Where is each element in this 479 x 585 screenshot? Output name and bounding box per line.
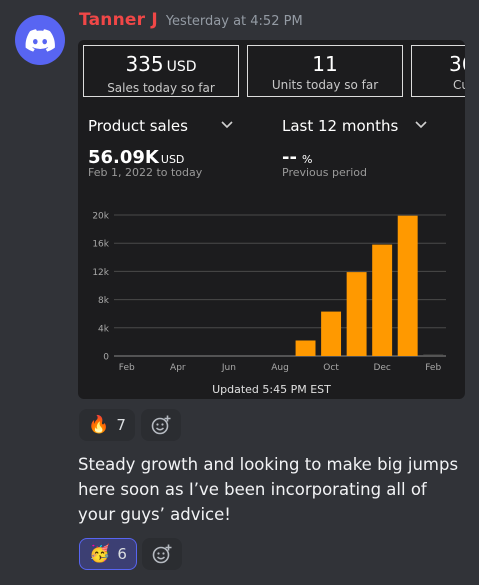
y-tick-label: 12k bbox=[92, 268, 109, 278]
comparison-value: -- bbox=[282, 147, 297, 168]
period-dropdown[interactable]: Last 12 months bbox=[282, 117, 398, 135]
current-value: 36 bbox=[449, 52, 465, 76]
x-tick-label: Apr bbox=[170, 363, 186, 373]
message-header: Tanner J Yesterday at 4:52 PM bbox=[79, 10, 303, 36]
x-tick-label: Oct bbox=[323, 363, 339, 373]
timestamp: Yesterday at 4:52 PM bbox=[165, 14, 303, 29]
sales-bar-chart: 0 4k 8k 12k 16k 20k Feb Apr Jun Aug Oct Dec Feb bbox=[92, 212, 446, 373]
partying-face-emoji-icon: 🥳 bbox=[89, 544, 111, 564]
bar[interactable] bbox=[321, 311, 342, 356]
sales-today-unit: USD bbox=[166, 59, 197, 75]
current-tile: 36 Curr bbox=[411, 45, 465, 97]
metric-chevron-down-icon[interactable] bbox=[221, 119, 233, 129]
metric-dropdown[interactable]: Product sales bbox=[88, 117, 188, 135]
period-chevron-down-icon[interactable] bbox=[415, 119, 427, 129]
bar[interactable] bbox=[295, 340, 316, 356]
comparison-label: Previous period bbox=[282, 166, 368, 179]
bar[interactable] bbox=[346, 272, 367, 356]
sales-today-value: 335 bbox=[125, 52, 164, 76]
bar[interactable] bbox=[397, 215, 418, 356]
add-emoji-icon bbox=[152, 544, 172, 564]
bar[interactable] bbox=[372, 244, 393, 356]
comparison-unit: % bbox=[301, 153, 313, 166]
metric-total: 56.09K USD bbox=[88, 147, 184, 168]
x-tick-label: Dec bbox=[373, 363, 390, 373]
x-tick-label: Feb bbox=[119, 363, 135, 373]
bar[interactable] bbox=[423, 354, 444, 356]
message-text: Steady growth and looking to make big ju… bbox=[78, 455, 459, 524]
reaction-count: 7 bbox=[116, 416, 126, 434]
reaction-count: 6 bbox=[117, 545, 127, 563]
dashboard-screenshot[interactable]: 335 USD Sales today so far 11 Units today… bbox=[78, 40, 465, 399]
discord-logo-icon bbox=[25, 29, 55, 52]
current-label: Curr bbox=[453, 78, 465, 92]
y-tick-label: 0 bbox=[103, 353, 109, 363]
sales-today-tile: 335 USD Sales today so far bbox=[83, 45, 239, 97]
add-emoji-icon bbox=[151, 415, 171, 435]
username[interactable]: Tanner J bbox=[79, 10, 158, 30]
add-reaction-button[interactable] bbox=[142, 538, 182, 570]
y-tick-label: 8k bbox=[98, 296, 110, 306]
units-today-label: Units today so far bbox=[271, 78, 379, 92]
units-today-value: 11 bbox=[312, 52, 338, 76]
reaction-party-face[interactable]: 🥳 6 bbox=[79, 538, 137, 570]
metric-total-unit: USD bbox=[160, 153, 185, 166]
updated-timestamp: Updated 5:45 PM EST bbox=[212, 383, 331, 396]
y-tick-label: 16k bbox=[92, 240, 109, 250]
add-reaction-button[interactable] bbox=[141, 409, 181, 441]
units-today-tile: 11 Units today so far bbox=[247, 45, 403, 97]
reaction-fire[interactable]: 🔥 7 bbox=[79, 409, 135, 441]
y-tick-label: 4k bbox=[98, 324, 110, 334]
x-tick-label: Aug bbox=[271, 363, 289, 373]
comparison-total: --% bbox=[282, 147, 312, 168]
x-tick-label: Feb bbox=[425, 363, 441, 373]
x-tick-label: Jun bbox=[221, 363, 236, 373]
metric-total-value: 56.09K bbox=[88, 147, 159, 168]
metric-range: Feb 1, 2022 to today bbox=[88, 166, 203, 179]
sales-today-label: Sales today so far bbox=[107, 81, 215, 95]
y-tick-label: 20k bbox=[92, 212, 109, 222]
avatar[interactable] bbox=[15, 15, 65, 65]
fire-emoji-icon: 🔥 bbox=[88, 415, 110, 435]
